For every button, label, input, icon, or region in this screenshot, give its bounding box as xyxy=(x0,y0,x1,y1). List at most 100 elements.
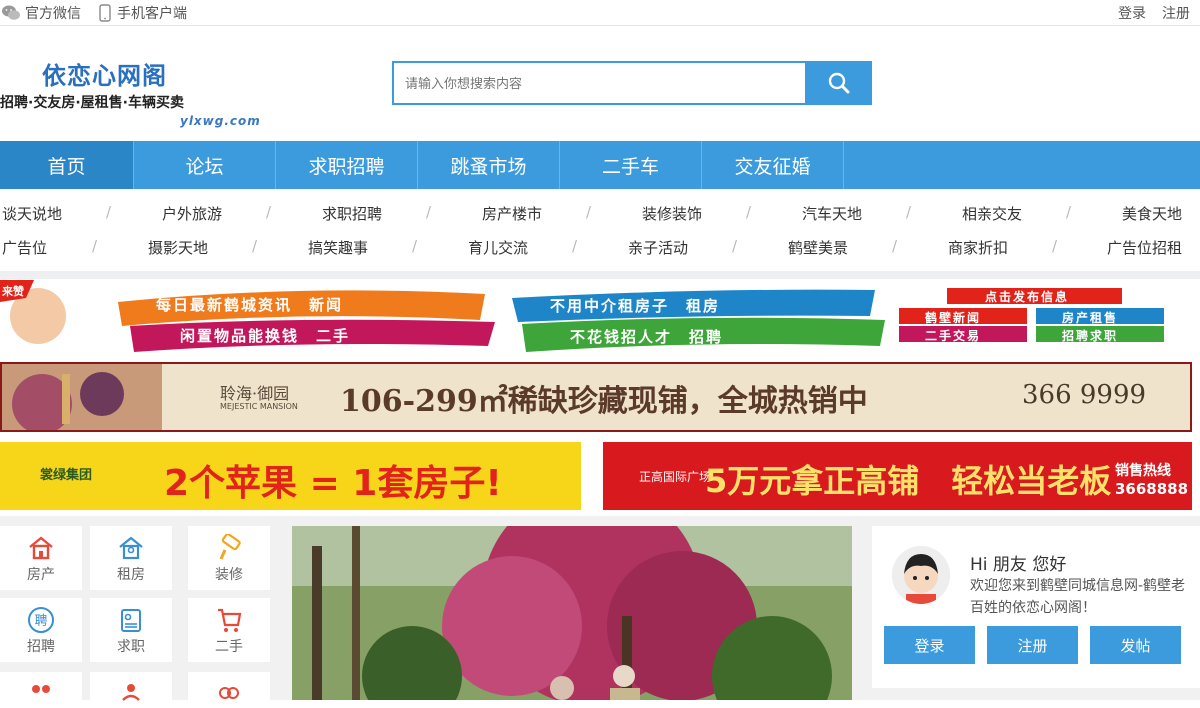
register-button[interactable]: 注册 xyxy=(987,626,1078,664)
category-label: 求职 xyxy=(117,639,145,655)
top-login-link[interactable]: 登录 xyxy=(1118,3,1146,23)
wechat-icon xyxy=(2,5,20,20)
paint-roller-icon xyxy=(219,534,241,560)
featured-photo[interactable] xyxy=(292,526,852,700)
sub-nav-item[interactable]: 搞笑趣事 xyxy=(308,237,368,258)
banner-headline: 106-299㎡稀缺珍藏现铺，全城热销中 xyxy=(340,384,868,419)
photo-image xyxy=(292,526,852,700)
divider: / xyxy=(106,203,112,221)
top-register-link[interactable]: 注册 xyxy=(1162,3,1190,23)
mobile-client-link[interactable]: 手机客户端 xyxy=(99,3,187,23)
sub-nav: 谈天说地 / 户外旅游 / 求职招聘 / 房产楼市 / 装修装饰 / 汽车天地 … xyxy=(0,189,1200,271)
sub-nav-item[interactable]: 汽车天地 xyxy=(802,203,862,224)
site-logo[interactable]: 依恋心网阁 招聘·交友房·屋租售·车辆买卖 ylxwg.com xyxy=(0,56,290,136)
divider: / xyxy=(92,237,98,255)
post-button[interactable]: 发帖 xyxy=(1090,626,1181,664)
greeting: Hi 朋友 您好 xyxy=(970,555,1067,575)
category-rent[interactable]: 租房 xyxy=(90,526,172,590)
sub-nav-item[interactable]: 商家折扣 xyxy=(948,237,1008,258)
category-label: 二手 xyxy=(215,639,243,655)
category-label: 租房 xyxy=(117,567,145,583)
sub-nav-item[interactable]: 户外旅游 xyxy=(162,203,222,224)
logo-title: 依恋心网阁 xyxy=(42,61,167,90)
category-job-seeking[interactable]: 求职 xyxy=(90,598,172,662)
divider: / xyxy=(892,237,898,255)
sub-nav-item[interactable]: 广告位招租 xyxy=(1107,237,1182,258)
category-decoration[interactable]: 装修 xyxy=(188,526,270,590)
nav-jobs[interactable]: 求职招聘 xyxy=(276,141,418,189)
category-dating[interactable] xyxy=(0,672,82,700)
divider: / xyxy=(586,203,592,221)
couple-icon xyxy=(32,685,50,693)
wechat-link[interactable]: 官方微信 xyxy=(2,3,81,23)
promo-banner-mansion[interactable]: 聆海·御园 MEJESTIC MANSION 106-299㎡稀缺珍藏现铺，全城… xyxy=(0,362,1192,432)
nav-dating[interactable]: 交友征婚 xyxy=(702,141,844,189)
header: 依恋心网阁 招聘·交友房·屋租售·车辆买卖 ylxwg.com xyxy=(0,26,1200,141)
category-family[interactable] xyxy=(90,672,172,701)
divider: / xyxy=(412,237,418,255)
category-house[interactable]: 房产 xyxy=(0,526,82,590)
sub-nav-item[interactable]: 装修装饰 xyxy=(642,203,702,224)
nav-home[interactable]: 首页 xyxy=(0,141,134,189)
search-button[interactable] xyxy=(805,61,872,105)
user-welcome-panel: Hi 朋友 您好 欢迎您来到鹤壁同城信息网-鹤壁老百姓的依恋心网阁！ 登录 注册… xyxy=(872,526,1200,688)
promo-banner-zhenggao[interactable]: 正高国际广场 5万元拿正高铺 轻松当老板 销售热线 3668888 xyxy=(603,442,1192,510)
banner-hotline: 3668888 xyxy=(1115,480,1189,498)
login-button[interactable]: 登录 xyxy=(884,626,975,664)
banner-headline: 5万元拿正高铺 轻松当老板 xyxy=(705,462,1112,500)
banner-publish-label: 点击发布信息 xyxy=(985,290,1070,304)
divider: / xyxy=(1052,237,1058,255)
sub-nav-item[interactable]: 美食天地 xyxy=(1122,203,1182,224)
category-label: 装修 xyxy=(215,567,243,583)
sub-nav-item[interactable]: 相亲交友 xyxy=(962,203,1022,224)
sub-nav-item[interactable]: 广告位 xyxy=(2,237,47,258)
nav-forum[interactable]: 论坛 xyxy=(134,141,276,189)
banner-corner-label: 来赞 xyxy=(2,285,24,298)
sub-nav-item[interactable]: 摄影天地 xyxy=(148,237,208,258)
nav-flea-market[interactable]: 跳蚤市场 xyxy=(418,141,560,189)
banner-brand: 裳绿集团 xyxy=(40,468,93,483)
sub-nav-item[interactable]: 求职招聘 xyxy=(322,203,382,224)
banner-brand: 聆海·御园 xyxy=(220,384,290,403)
banner-line-secondhand: 闲置物品能换钱 二手 xyxy=(180,327,351,345)
banner-brand: 正高国际广场 xyxy=(639,470,712,484)
search-bar xyxy=(392,61,872,105)
avatar-icon xyxy=(892,546,950,604)
category-secondhand[interactable]: 二手 xyxy=(188,598,270,662)
sub-nav-item[interactable]: 育儿交流 xyxy=(468,237,528,258)
sub-nav-item[interactable]: 房产楼市 xyxy=(482,203,542,224)
sub-nav-row-2: 广告位 / 摄影天地 / 搞笑趣事 / 育儿交流 / 亲子活动 / 鹤壁美景 /… xyxy=(0,237,1200,271)
divider: / xyxy=(746,203,752,221)
divider: / xyxy=(906,203,912,221)
nav-used-cars[interactable]: 二手车 xyxy=(560,141,702,189)
sub-nav-item[interactable]: 谈天说地 xyxy=(2,203,62,224)
section-divider xyxy=(0,271,1200,279)
search-icon xyxy=(828,72,849,94)
avatar xyxy=(892,546,950,604)
banner-line-rent: 不用中介租房子 租房 xyxy=(550,297,721,315)
top-bar: 官方微信 手机客户端 登录 注册 xyxy=(0,0,1200,26)
logo-url: ylxwg.com xyxy=(180,114,261,128)
banner-tag: 鹤壁新闻 xyxy=(925,311,982,325)
promo-banner-categories[interactable]: 来赞 每日最新鹤城资讯 新闻 闲置物品能换钱 二手 不用中介租房子 租房 不花钱… xyxy=(0,280,1192,354)
house-icon xyxy=(29,536,53,560)
banner-brand-en: MEJESTIC MANSION xyxy=(220,402,298,411)
sub-nav-item[interactable]: 鹤壁美景 xyxy=(788,237,848,258)
search-input[interactable] xyxy=(392,61,805,105)
category-hire[interactable]: 聘 招聘 xyxy=(0,598,82,662)
main-nav: 首页 论坛 求职招聘 跳蚤市场 二手车 交友征婚 xyxy=(0,141,1200,189)
banner-hotline-label: 销售热线 xyxy=(1115,463,1171,479)
sub-nav-item[interactable]: 亲子活动 xyxy=(628,237,688,258)
banner-line-news: 每日最新鹤城资讯 新闻 xyxy=(156,296,344,314)
cart-icon xyxy=(218,608,242,632)
mobile-client-label: 手机客户端 xyxy=(117,5,187,22)
sub-nav-row-1: 谈天说地 / 户外旅游 / 求职招聘 / 房产楼市 / 装修装饰 / 汽车天地 … xyxy=(0,203,1200,237)
promo-banner-apple[interactable]: 裳绿集团 2个苹果 = 1套房子! xyxy=(0,442,581,510)
divider: / xyxy=(252,237,258,255)
category-gender[interactable] xyxy=(188,672,270,700)
divider: / xyxy=(732,237,738,255)
category-label: 房产 xyxy=(27,567,55,583)
banner-tag: 招聘求职 xyxy=(1062,329,1119,343)
phone-icon xyxy=(99,3,111,22)
welcome-text: 欢迎您来到鹤壁同城信息网-鹤壁老百姓的依恋心网阁！ xyxy=(970,578,1186,616)
